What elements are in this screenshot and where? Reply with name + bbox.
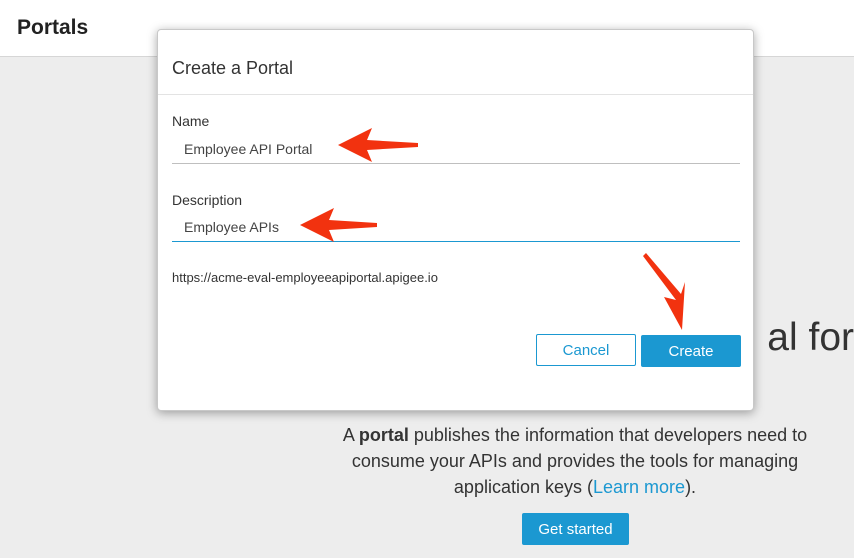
create-button[interactable]: Create — [641, 335, 741, 367]
description-bold: portal — [358, 425, 409, 445]
description-main: publishes the information that developer… — [351, 425, 808, 497]
portal-url-preview: https://acme-eval-employeeapiportal.apig… — [172, 270, 438, 285]
dialog-header: Create a Portal — [158, 30, 753, 95]
description-input[interactable] — [172, 212, 740, 242]
name-label: Name — [172, 113, 210, 129]
description-prefix: A — [342, 425, 359, 445]
create-portal-dialog: Create a Portal Name Description https:/… — [157, 29, 754, 411]
description-label: Description — [172, 192, 243, 208]
get-started-button[interactable]: Get started — [522, 513, 629, 545]
dialog-title: Create a Portal — [172, 58, 294, 78]
learn-more-link[interactable]: Learn more — [593, 477, 685, 497]
background-description: A portal publishes the information that … — [322, 422, 828, 500]
description-suffix: ). — [685, 477, 697, 497]
name-input[interactable] — [172, 134, 740, 164]
page-title: Portals — [17, 16, 89, 39]
cancel-button[interactable]: Cancel — [536, 334, 636, 366]
